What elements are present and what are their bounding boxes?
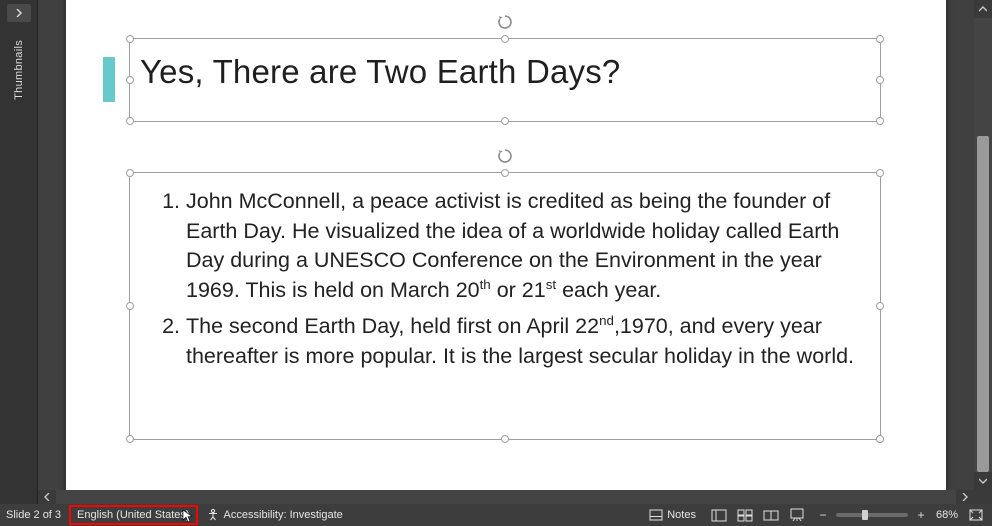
zoom-slider[interactable]: [836, 513, 908, 517]
rotate-handle-icon[interactable]: [496, 13, 514, 31]
resize-handle[interactable]: [501, 169, 509, 177]
title-accent-bar: [103, 57, 115, 102]
scrollbar-track[interactable]: [974, 18, 992, 472]
scrollbar-thumb[interactable]: [977, 136, 989, 472]
resize-handle[interactable]: [876, 35, 884, 43]
scroll-right-button[interactable]: [956, 490, 974, 504]
content-placeholder[interactable]: John McConnell, a peace activist is cred…: [129, 172, 881, 440]
zoom-control: − + 68%: [816, 508, 960, 522]
scrollbar-track[interactable]: [56, 490, 956, 504]
slide-sorter-view-button[interactable]: [732, 505, 758, 525]
slide-edit-area[interactable]: Yes, There are Two Earth Days?: [38, 0, 974, 490]
slideshow-view-button[interactable]: [784, 505, 810, 525]
resize-handle[interactable]: [501, 117, 509, 125]
resize-handle[interactable]: [126, 76, 134, 84]
rotate-handle-icon[interactable]: [496, 147, 514, 165]
thumbnails-panel-collapsed: Thumbnails: [0, 0, 38, 490]
zoom-slider-thumb[interactable]: [862, 510, 868, 520]
resize-handle[interactable]: [876, 302, 884, 310]
resize-handle[interactable]: [126, 35, 134, 43]
zoom-out-button[interactable]: −: [816, 508, 830, 522]
zoom-in-button[interactable]: +: [914, 508, 928, 522]
scroll-left-button[interactable]: [38, 490, 56, 504]
list-item[interactable]: The second Earth Day, held first on Apri…: [186, 312, 868, 371]
language-button[interactable]: English (United States): [69, 505, 198, 525]
accessibility-button[interactable]: Accessibility: Investigate: [206, 508, 343, 522]
resize-handle[interactable]: [876, 169, 884, 177]
slide-title-text[interactable]: Yes, There are Two Earth Days?: [140, 53, 870, 91]
resize-handle[interactable]: [876, 435, 884, 443]
scroll-up-button[interactable]: [974, 0, 992, 18]
notes-icon: [649, 509, 663, 521]
resize-handle[interactable]: [501, 435, 509, 443]
thumbnails-expand-button[interactable]: [7, 4, 31, 22]
resize-handle[interactable]: [126, 435, 134, 443]
status-bar: Slide 2 of 3 English (United States) Acc…: [0, 504, 992, 526]
zoom-percent[interactable]: 68%: [934, 509, 960, 521]
chevron-right-icon: [15, 9, 23, 17]
resize-handle[interactable]: [126, 169, 134, 177]
slide-canvas[interactable]: Yes, There are Two Earth Days?: [66, 0, 946, 490]
resize-handle[interactable]: [501, 35, 509, 43]
fit-to-window-button[interactable]: [966, 505, 986, 525]
slide-body-text[interactable]: John McConnell, a peace activist is cred…: [152, 187, 868, 377]
vertical-scrollbar[interactable]: [974, 0, 992, 490]
scroll-down-button[interactable]: [974, 472, 992, 490]
thumbnails-label[interactable]: Thumbnails: [13, 40, 25, 100]
resize-handle[interactable]: [876, 76, 884, 84]
resize-handle[interactable]: [876, 117, 884, 125]
resize-handle[interactable]: [126, 302, 134, 310]
list-item[interactable]: John McConnell, a peace activist is cred…: [186, 187, 868, 306]
reading-view-button[interactable]: [758, 505, 784, 525]
accessibility-icon: [206, 508, 220, 522]
slide-counter[interactable]: Slide 2 of 3: [6, 509, 61, 521]
title-placeholder[interactable]: Yes, There are Two Earth Days?: [129, 38, 881, 122]
horizontal-scrollbar[interactable]: [0, 490, 992, 504]
notes-button[interactable]: Notes: [645, 509, 700, 521]
resize-handle[interactable]: [126, 117, 134, 125]
normal-view-button[interactable]: [706, 505, 732, 525]
